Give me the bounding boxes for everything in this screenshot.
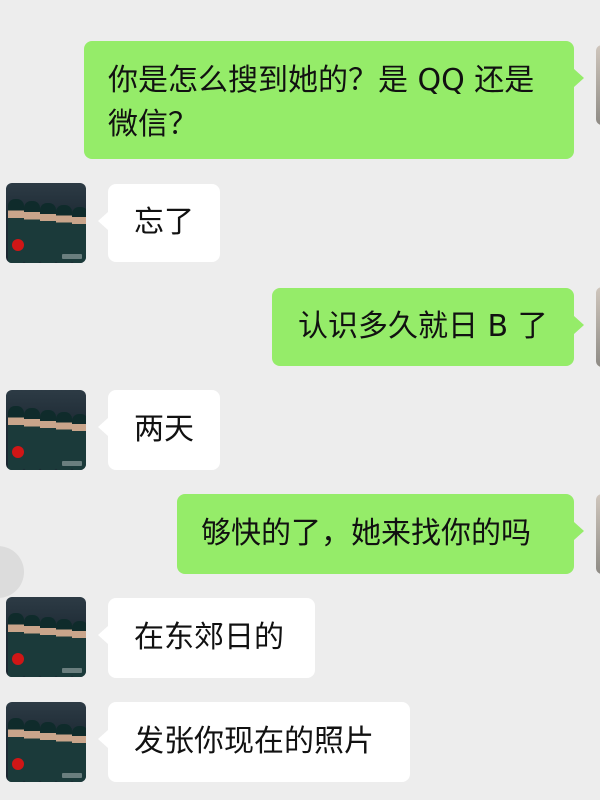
- chat-area: 你是怎么搜到她的？是 QQ 还是 微信？ 忘了 认识多久就日 B 了 两天 够快…: [0, 0, 600, 800]
- message-bubble[interactable]: 发张你现在的照片: [98, 702, 410, 782]
- message-text: 认识多久就日 B 了: [298, 309, 548, 344]
- watermark: [62, 668, 82, 673]
- message-bubble[interactable]: 在东郊日的: [98, 598, 315, 678]
- self-avatar-icon[interactable]: [596, 287, 600, 367]
- message-bubble[interactable]: 忘了: [98, 184, 220, 262]
- message-text: 在东郊日的: [134, 620, 284, 655]
- message-bubble[interactable]: 认识多久就日 B 了: [272, 288, 584, 366]
- soldier-shape: [8, 718, 24, 782]
- watermark: [62, 461, 82, 466]
- soldier-shape: [24, 201, 40, 263]
- soldier-shape: [40, 203, 56, 263]
- emblem-icon: [12, 653, 24, 665]
- message-text: 两天: [134, 412, 194, 447]
- soldier-shape: [40, 410, 56, 470]
- self-avatar-icon[interactable]: [596, 45, 600, 125]
- soldier-shape: [40, 617, 56, 677]
- soldier-shape: [24, 615, 40, 677]
- soldier-shape: [40, 722, 56, 782]
- soldier-shape: [8, 613, 24, 677]
- message-text: 忘了: [134, 205, 194, 240]
- self-avatar-icon[interactable]: [596, 494, 600, 574]
- message-text-line: 微信？: [108, 107, 198, 142]
- emblem-icon: [12, 758, 24, 770]
- emblem-icon: [12, 239, 24, 251]
- message-bubble[interactable]: 两天: [98, 390, 220, 470]
- message-text: 够快的了，她来找你的吗: [201, 516, 531, 551]
- contact-avatar-icon[interactable]: [6, 390, 86, 470]
- soldier-shape: [24, 720, 40, 782]
- watermark: [62, 254, 82, 259]
- message-bubble[interactable]: 你是怎么搜到她的？是 QQ 还是 微信？: [84, 41, 584, 159]
- message-text: 发张你现在的照片: [134, 724, 374, 759]
- contact-avatar-icon[interactable]: [6, 702, 86, 782]
- watermark: [62, 773, 82, 778]
- message-bubble[interactable]: 够快的了，她来找你的吗: [177, 494, 584, 574]
- soldier-shape: [8, 199, 24, 263]
- floating-button[interactable]: [0, 546, 24, 598]
- message-text-line: 你是怎么搜到她的？是 QQ 还是: [108, 63, 535, 98]
- emblem-icon: [12, 446, 24, 458]
- contact-avatar-icon[interactable]: [6, 183, 86, 263]
- soldier-shape: [8, 406, 24, 470]
- contact-avatar-icon[interactable]: [6, 597, 86, 677]
- soldier-shape: [24, 408, 40, 470]
